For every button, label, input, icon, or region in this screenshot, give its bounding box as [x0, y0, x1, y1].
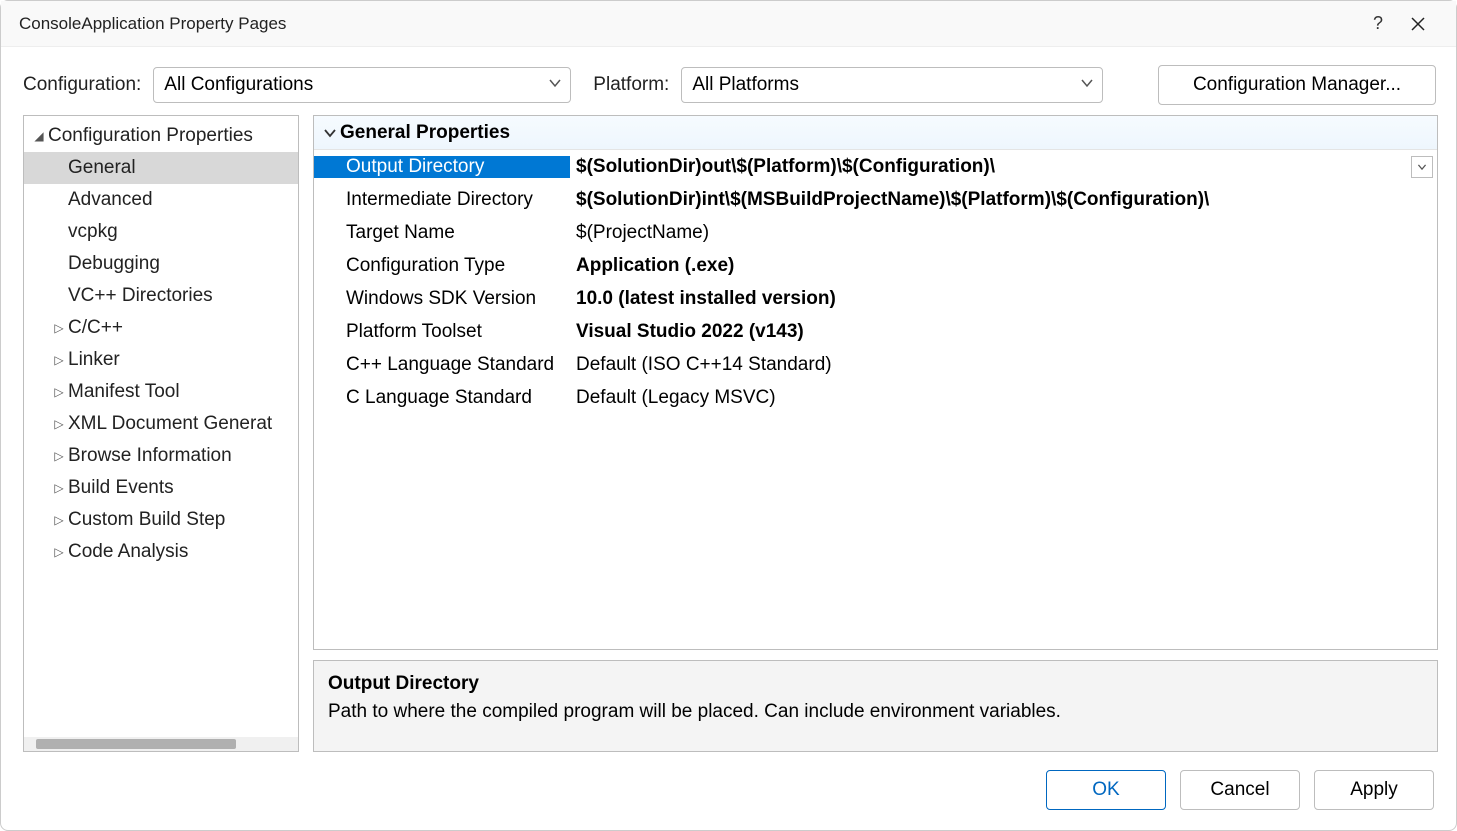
expand-icon: ▷ — [50, 513, 68, 527]
property-name: C Language Standard — [314, 387, 570, 409]
property-value[interactable]: $(ProjectName) — [570, 222, 1437, 244]
description-text: Path to where the compiled program will … — [328, 701, 1423, 723]
tree-item[interactable]: ▷C/C++ — [24, 312, 298, 344]
tree-item-label: C/C++ — [68, 317, 123, 339]
dialog-footer: OK Cancel Apply — [1, 752, 1456, 830]
property-value[interactable]: Application (.exe) — [570, 255, 1437, 277]
tree-item[interactable]: ▷Code Analysis — [24, 536, 298, 568]
tree-item-label: vcpkg — [68, 221, 118, 243]
tree-item[interactable]: VC++ Directories — [24, 280, 298, 312]
tree-item-label: VC++ Directories — [68, 285, 213, 307]
chevron-down-icon — [320, 126, 340, 140]
tree-item-label: Linker — [68, 349, 120, 371]
property-dropdown-button[interactable] — [1411, 156, 1433, 178]
expand-icon: ▷ — [50, 449, 68, 463]
configuration-label: Configuration: — [23, 74, 141, 96]
apply-button[interactable]: Apply — [1314, 770, 1434, 810]
expand-icon: ▷ — [50, 385, 68, 399]
tree-item[interactable]: ▷Browse Information — [24, 440, 298, 472]
expand-icon: ▷ — [50, 545, 68, 559]
tree-panel: ◢ Configuration Properties General Advanc… — [23, 115, 299, 752]
property-row[interactable]: Intermediate Directory$(SolutionDir)int\… — [314, 183, 1437, 216]
property-name: Target Name — [314, 222, 570, 244]
platform-combo[interactable]: All Platforms — [681, 67, 1103, 103]
property-row[interactable]: C++ Language StandardDefault (ISO C++14 … — [314, 348, 1437, 381]
titlebar: ConsoleApplication Property Pages ? — [1, 1, 1456, 47]
tree-item[interactable]: vcpkg — [24, 216, 298, 248]
chevron-down-icon — [1417, 162, 1427, 172]
property-grid: General Properties Output Directory$(Sol… — [313, 115, 1438, 650]
configuration-manager-button[interactable]: Configuration Manager... — [1158, 65, 1436, 105]
grid-section-title: General Properties — [340, 122, 510, 144]
tree-item[interactable]: ▷Custom Build Step — [24, 504, 298, 536]
tree-item-label: Browse Information — [68, 445, 232, 467]
platform-label: Platform: — [593, 74, 669, 96]
description-title: Output Directory — [328, 673, 1423, 695]
tree-item-label: Custom Build Step — [68, 509, 225, 531]
expand-icon: ▷ — [50, 353, 68, 367]
property-name: C++ Language Standard — [314, 354, 570, 376]
configuration-combo[interactable]: All Configurations — [153, 67, 571, 103]
tree-item[interactable]: Debugging — [24, 248, 298, 280]
property-name: Output Directory — [314, 156, 570, 178]
help-button[interactable]: ? — [1358, 4, 1398, 44]
tree-item-label: XML Document Generat — [68, 413, 272, 435]
property-row[interactable]: C Language StandardDefault (Legacy MSVC) — [314, 381, 1437, 414]
property-value[interactable]: $(SolutionDir)int\$(MSBuildProjectName)\… — [570, 189, 1437, 211]
tree-item[interactable]: ▷XML Document Generat — [24, 408, 298, 440]
property-row[interactable]: Windows SDK Version10.0 (latest installe… — [314, 282, 1437, 315]
tree-item[interactable]: General — [24, 152, 298, 184]
tree-item-label: Manifest Tool — [68, 381, 180, 403]
tree-item[interactable]: ▷Linker — [24, 344, 298, 376]
property-name: Windows SDK Version — [314, 288, 570, 310]
top-controls: Configuration: All Configurations Platfo… — [1, 47, 1456, 115]
property-name: Platform Toolset — [314, 321, 570, 343]
property-row[interactable]: Platform ToolsetVisual Studio 2022 (v143… — [314, 315, 1437, 348]
window-title: ConsoleApplication Property Pages — [19, 14, 1358, 34]
chevron-down-icon — [548, 74, 562, 96]
description-panel: Output Directory Path to where the compi… — [313, 660, 1438, 752]
tree-item[interactable]: ▷Build Events — [24, 472, 298, 504]
platform-value: All Platforms — [692, 74, 799, 96]
tree-item-label: Debugging — [68, 253, 160, 275]
main-area: ◢ Configuration Properties General Advanc… — [1, 115, 1456, 752]
scrollbar-thumb[interactable] — [36, 739, 236, 749]
tree: ◢ Configuration Properties General Advanc… — [24, 116, 298, 737]
expand-icon: ▷ — [50, 417, 68, 431]
right-column: General Properties Output Directory$(Sol… — [313, 115, 1438, 752]
close-button[interactable] — [1398, 4, 1438, 44]
property-row[interactable]: Configuration TypeApplication (.exe) — [314, 249, 1437, 282]
collapse-icon: ◢ — [30, 129, 48, 143]
ok-button[interactable]: OK — [1046, 770, 1166, 810]
tree-item-label: Code Analysis — [68, 541, 188, 563]
property-value[interactable]: 10.0 (latest installed version) — [570, 288, 1437, 310]
tree-item[interactable]: Advanced — [24, 184, 298, 216]
grid-section-header[interactable]: General Properties — [314, 116, 1437, 150]
expand-icon: ▷ — [50, 481, 68, 495]
tree-item-label: Build Events — [68, 477, 174, 499]
property-value[interactable]: Default (Legacy MSVC) — [570, 387, 1437, 409]
tree-item-label: General — [68, 157, 136, 179]
tree-root-configuration-properties[interactable]: ◢ Configuration Properties — [24, 120, 298, 152]
configuration-value: All Configurations — [164, 74, 313, 96]
cancel-button[interactable]: Cancel — [1180, 770, 1300, 810]
property-value[interactable]: Visual Studio 2022 (v143) — [570, 321, 1437, 343]
tree-item-label: Advanced — [68, 189, 153, 211]
property-value[interactable]: Default (ISO C++14 Standard) — [570, 354, 1437, 376]
tree-item-label: Configuration Properties — [48, 125, 253, 147]
property-row[interactable]: Target Name$(ProjectName) — [314, 216, 1437, 249]
expand-icon: ▷ — [50, 321, 68, 335]
tree-item[interactable]: ▷Manifest Tool — [24, 376, 298, 408]
chevron-down-icon — [1080, 74, 1094, 96]
property-name: Intermediate Directory — [314, 189, 570, 211]
property-value[interactable]: $(SolutionDir)out\$(Platform)\$(Configur… — [570, 156, 1411, 178]
horizontal-scrollbar[interactable] — [24, 737, 298, 751]
property-name: Configuration Type — [314, 255, 570, 277]
close-icon — [1411, 17, 1425, 31]
property-row[interactable]: Output Directory$(SolutionDir)out\$(Plat… — [314, 150, 1437, 183]
